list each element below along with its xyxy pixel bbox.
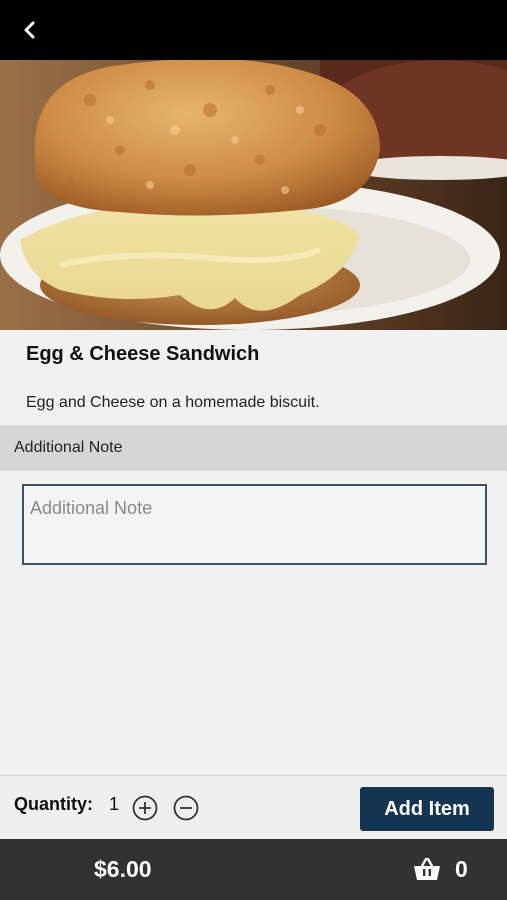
quantity-bar: Quantity: 1 Add Item: [0, 775, 507, 839]
cart-button[interactable]: 0: [413, 853, 468, 885]
chevron-left-icon: [24, 21, 35, 39]
quantity-label: Quantity:: [14, 794, 93, 814]
cart-footer: $6.00 0: [0, 839, 507, 900]
additional-note-header-label: Additional Note: [14, 439, 123, 456]
add-item-button[interactable]: Add Item: [360, 787, 494, 831]
back-button[interactable]: [14, 14, 46, 46]
plus-circle-icon[interactable]: [132, 795, 158, 821]
additional-note-input[interactable]: [22, 484, 487, 565]
minus-circle-icon[interactable]: [173, 795, 199, 821]
item-title: Egg & Cheese Sandwich: [26, 343, 260, 365]
order-total-price: $6.00: [94, 856, 152, 882]
basket-icon: [414, 857, 440, 880]
additional-note-section-header: Additional Note: [0, 425, 507, 471]
cart-item-count: 0: [455, 855, 468, 882]
app-root: Egg & Cheese Sandwich Egg and Cheese on …: [0, 0, 507, 900]
item-photo: [0, 60, 507, 330]
top-navigation-bar: [0, 0, 507, 60]
item-description: Egg and Cheese on a homemade biscuit.: [26, 394, 320, 411]
quantity-value: 1: [109, 794, 120, 814]
